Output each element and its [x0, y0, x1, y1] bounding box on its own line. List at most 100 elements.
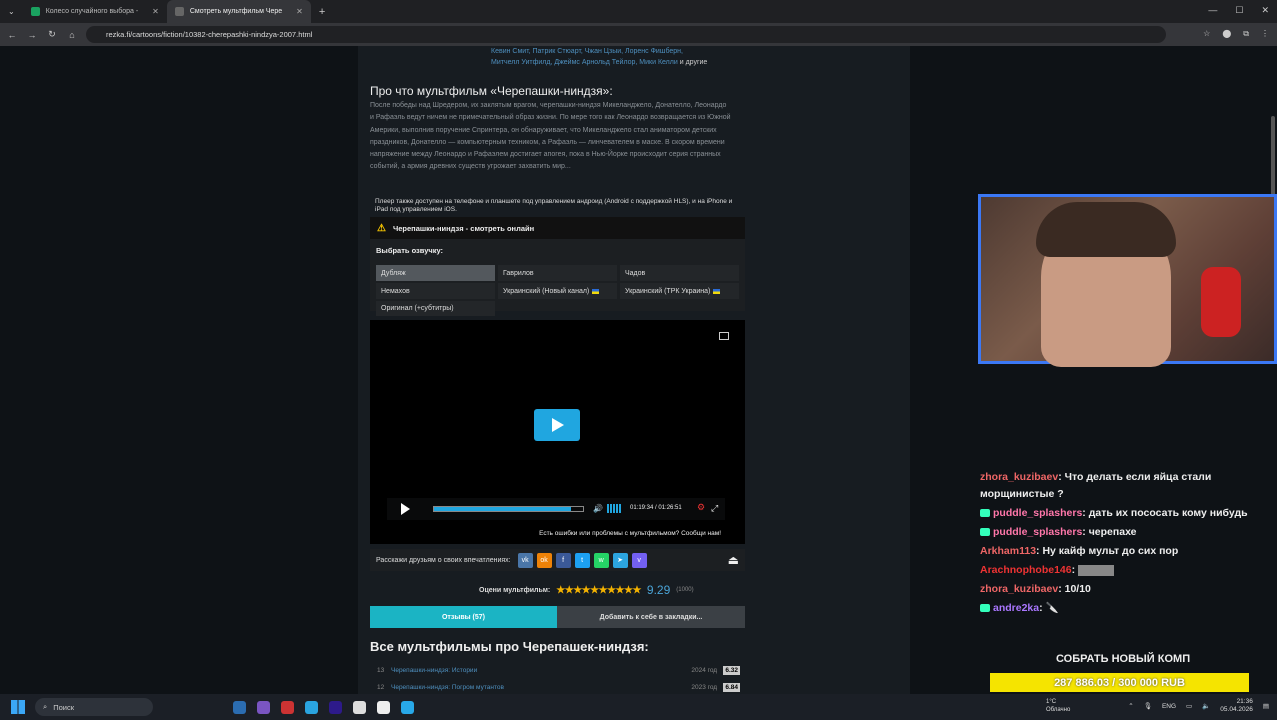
speaker-icon[interactable]: 🔈: [1202, 702, 1210, 710]
bookmark-star-icon[interactable]: ☆: [1203, 29, 1210, 39]
row-number: 13: [377, 666, 385, 674]
vk-icon[interactable]: vk: [517, 552, 533, 568]
minimize-button[interactable]: —: [1208, 5, 1217, 16]
chevron-up-icon[interactable]: ⌃: [1128, 702, 1133, 710]
home-icon[interactable]: ⌂: [62, 30, 82, 40]
browser-tab-bar: ⌄ Колесо случайного выбора - ✕ Смотреть м…: [0, 0, 1277, 23]
facebook-icon[interactable]: f: [555, 552, 571, 568]
row-title[interactable]: Черепашки-ниндзя: Погром мутантов: [391, 684, 691, 691]
voice-option[interactable]: Дубляж: [376, 265, 495, 281]
badge-icon: [980, 528, 990, 537]
extension-icon[interactable]: ⬤: [1222, 29, 1231, 39]
rating-label: Оцени мультфильм:: [479, 586, 551, 594]
bookmark-button[interactable]: Добавить к себе в закладки...: [557, 606, 745, 628]
whatsapp-icon[interactable]: w: [593, 552, 609, 568]
action-buttons: Отзывы (57) Добавить к себе в закладки..…: [370, 606, 745, 628]
ukraine-flag-icon: [713, 288, 721, 294]
voice-option[interactable]: Оригинал (+субтитры): [376, 301, 495, 316]
telegram-icon[interactable]: ➤: [612, 552, 628, 568]
premiere-app-icon[interactable]: [329, 700, 342, 714]
windows-start-icon[interactable]: [11, 700, 25, 714]
pip-icon[interactable]: [719, 332, 729, 340]
chat-message: andre2ka: 🔪: [980, 600, 1275, 617]
voice-option[interactable]: Украинский (ТРК Украина): [620, 283, 739, 299]
report-issue-link[interactable]: Есть ошибки или проблемы с мультфильмом?…: [539, 530, 721, 537]
clock-date: 05.04.2026: [1220, 706, 1253, 713]
clock[interactable]: 21:36 05.04.2026: [1220, 698, 1253, 714]
voice-option[interactable]: Чадов: [620, 265, 739, 281]
rating-row: Оцени мультфильм: ★★★★★★★★★★ 9.29 (1000): [479, 583, 694, 597]
play-icon[interactable]: [401, 503, 410, 515]
progress-bar[interactable]: [433, 506, 584, 512]
obs-app-icon[interactable]: [377, 700, 390, 714]
big-play-button[interactable]: [534, 409, 580, 441]
voice-label: Гаврилов: [503, 269, 534, 277]
volume-icon[interactable]: 🔊: [593, 504, 603, 513]
scroll-top-icon[interactable]: ⏏: [728, 553, 739, 567]
weather-temp: 1°C: [1046, 699, 1057, 705]
back-icon[interactable]: ←: [2, 30, 22, 40]
telegram-app-icon[interactable]: [305, 700, 318, 714]
weather-widget[interactable]: 1°C Облачно: [1046, 698, 1070, 714]
menu-icon[interactable]: ⋮: [1261, 29, 1269, 39]
tab-rezka[interactable]: Смотреть мультфильм Чере ✕: [166, 0, 311, 23]
reviews-button[interactable]: Отзывы (57): [370, 606, 557, 628]
rating-stars[interactable]: ★★★★★★★★★★: [556, 585, 641, 596]
twitter-icon[interactable]: t: [574, 552, 590, 568]
puzzle-icon[interactable]: ⧉: [1243, 29, 1249, 39]
taskbar-search[interactable]: ⌕ Поиск: [35, 698, 153, 716]
voice-select-label: Выбрать озвучку:: [376, 246, 444, 255]
voice-option[interactable]: Немахов: [376, 283, 495, 299]
badge-icon: [980, 604, 990, 613]
row-year: 2023 год: [691, 683, 718, 691]
windows-taskbar: ⌕ Поиск 1°C Облачно ⌃ 🎙 ENG ▭ 🔈 21:36 05.04…: [0, 694, 1277, 720]
row-title[interactable]: Черепашки-ниндзя: Истории: [391, 667, 691, 674]
maximize-button[interactable]: ☐: [1235, 5, 1243, 16]
progress-fill: [434, 507, 572, 511]
close-icon[interactable]: ✕: [152, 7, 159, 16]
spiderman-figure: [1201, 267, 1241, 337]
cast-line[interactable]: Митчелл Уитфилд, Джеймс Арнольд Тейлор, …: [491, 59, 678, 66]
video-player[interactable]: 🔊 01:19:34 / 01:26:51 ⚙ ⤢ Есть ошибки ил…: [370, 320, 745, 544]
watch-header: ⚠ Черепашки-ниндзя - смотреть онлайн: [370, 217, 745, 239]
voice-option[interactable]: Украинский (Новый канал): [498, 283, 617, 299]
address-bar[interactable]: rezka.fi/cartoons/fiction/10382-cherepas…: [86, 26, 1166, 43]
settings-icon[interactable]: ⚙: [697, 502, 705, 513]
language-indicator[interactable]: ENG: [1162, 703, 1176, 710]
notification-icon[interactable]: ▤: [1263, 702, 1269, 710]
fullscreen-icon[interactable]: ⤢: [711, 503, 718, 514]
sheets-icon: [30, 7, 40, 16]
voice-option[interactable]: Гаврилов: [498, 265, 617, 281]
web-page: Кевин Смит, Патрик Стюарт, Чжан Цзыи, Ло…: [0, 46, 1277, 694]
toolbar-icons: ☆ ⬤ ⧉ ⋮: [1203, 29, 1269, 39]
app-icon[interactable]: [353, 700, 366, 714]
viber-icon[interactable]: v: [631, 552, 647, 568]
network-icon[interactable]: ▭: [1186, 702, 1192, 710]
franchise-row[interactable]: 13 Черепашки-ниндзя: Истории 2024 год 6.32: [370, 663, 740, 677]
chat-message: Arkham113: Ну кайф мульт до сих пор: [980, 543, 1275, 560]
volume-slider[interactable]: [607, 504, 622, 513]
reload-icon[interactable]: ↻: [42, 29, 62, 40]
ok-icon[interactable]: ok: [536, 552, 552, 568]
player-controls: 🔊 01:19:34 / 01:26:51 ⚙ ⤢: [387, 498, 725, 520]
franchise-row[interactable]: 12 Черепашки-ниндзя: Погром мутантов 2023 …: [370, 680, 740, 694]
chat-message: puddle_splashers: черепахе: [980, 524, 1275, 541]
content-column: Кевин Смит, Патрик Стюарт, Чжан Цзыи, Ло…: [358, 46, 910, 694]
chat-username: Arkham113: [980, 545, 1037, 557]
cast-line[interactable]: Кевин Смит, Патрик Стюарт, Чжан Цзыи, Ло…: [491, 46, 751, 57]
app-icon[interactable]: [257, 700, 270, 714]
app-icon[interactable]: [281, 700, 294, 714]
new-tab-button[interactable]: +: [311, 6, 333, 18]
tab-menu-icon[interactable]: ⌄: [0, 7, 23, 16]
app-icon[interactable]: [401, 700, 414, 714]
close-window-button[interactable]: ✕: [1261, 5, 1269, 16]
voice-label: Украинский (Новый канал): [503, 287, 590, 295]
chat-text: : дать их пососать кому нибудь: [1082, 507, 1248, 519]
close-icon[interactable]: ✕: [296, 7, 303, 16]
tab-label: Колесо случайного выбора -: [45, 8, 139, 15]
tab-wheel[interactable]: Колесо случайного выбора - ✕: [23, 0, 167, 23]
forward-icon[interactable]: →: [22, 30, 42, 40]
chrome-app-icon[interactable]: [233, 700, 246, 714]
mic-icon[interactable]: 🎙: [1144, 702, 1152, 710]
system-tray: ⌃ 🎙 ENG ▭ 🔈 21:36 05.04.2026 ▤: [1128, 698, 1269, 714]
